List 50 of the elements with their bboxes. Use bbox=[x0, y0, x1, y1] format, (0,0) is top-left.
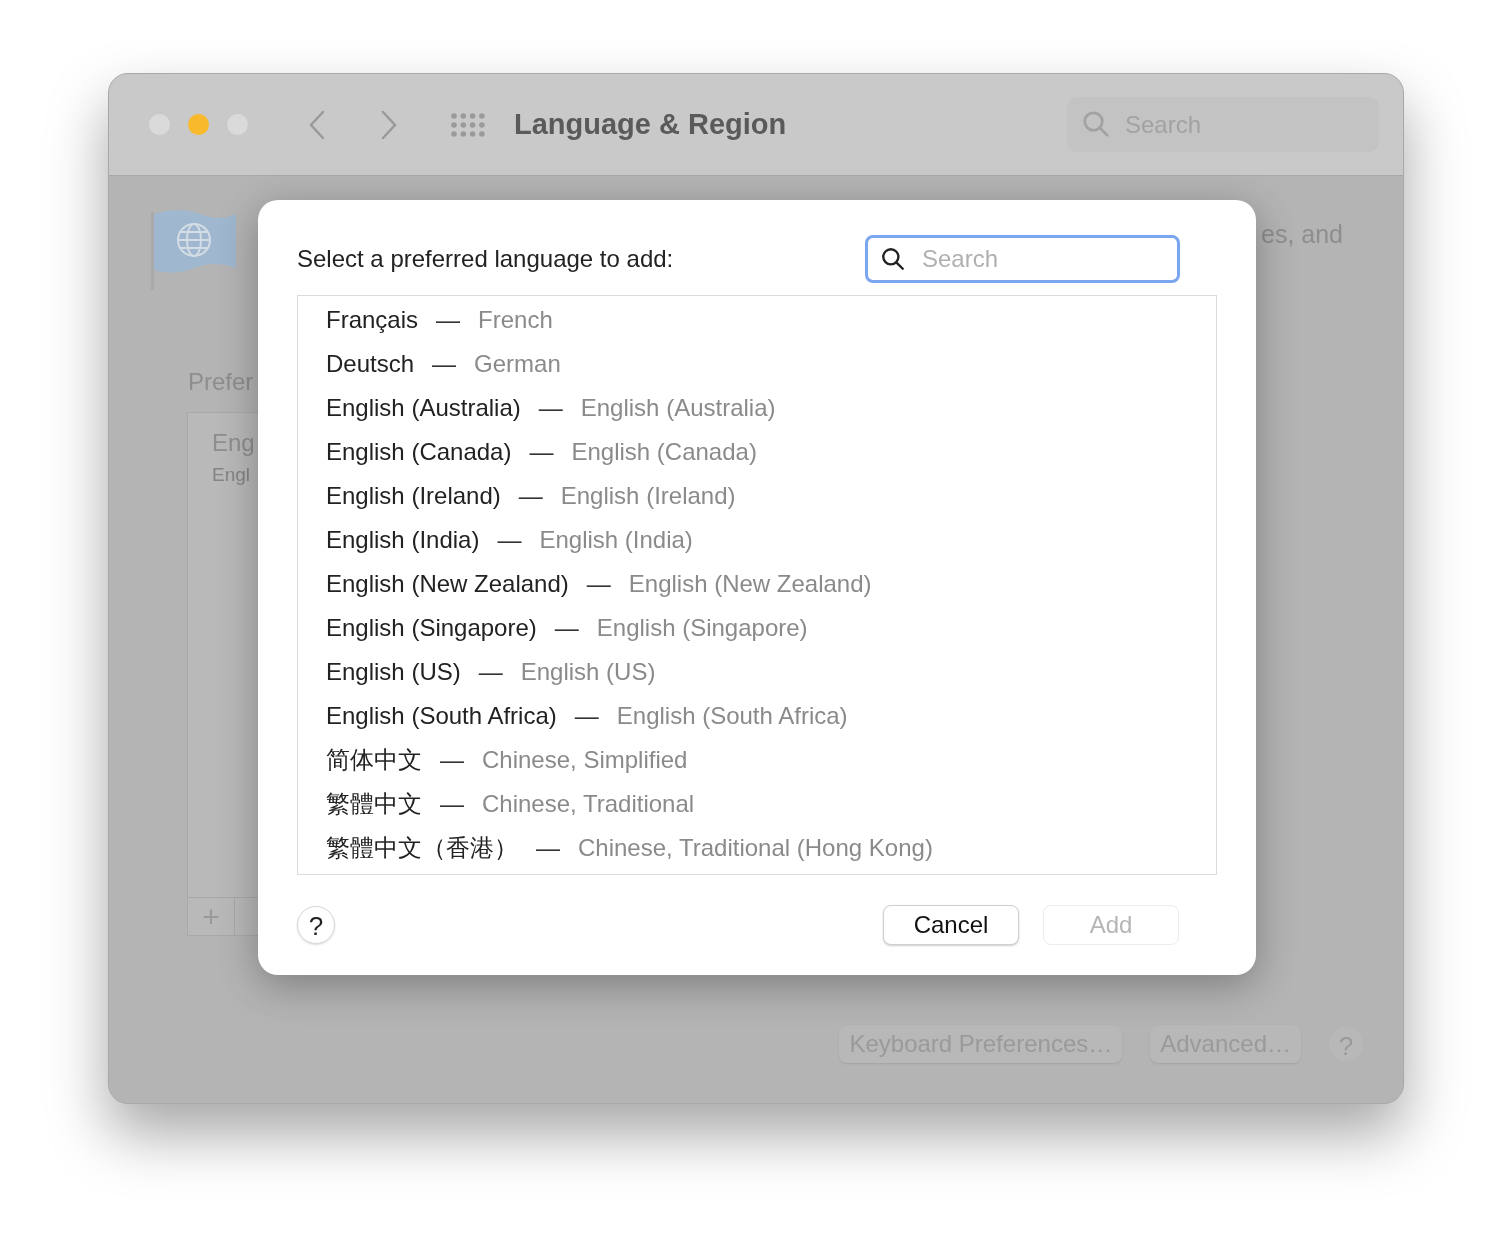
language-name[interactable]: Deutsch bbox=[326, 346, 415, 382]
dash-separator: — bbox=[554, 613, 579, 643]
grid-icon[interactable] bbox=[450, 111, 486, 138]
language-name[interactable]: 简体中文 bbox=[326, 742, 422, 778]
back-icon[interactable] bbox=[308, 109, 326, 140]
language-english-name: English (Canada) bbox=[571, 437, 757, 467]
dialog-prompt: Select a preferred language to add: bbox=[297, 244, 674, 274]
dash-separator: — bbox=[538, 393, 563, 423]
language-name[interactable]: Français bbox=[326, 302, 419, 338]
window-control-button[interactable] bbox=[188, 114, 209, 135]
dash-separator: — bbox=[436, 305, 461, 335]
dash-separator: — bbox=[440, 745, 464, 775]
dash-separator: — bbox=[586, 569, 611, 599]
forward-icon[interactable] bbox=[380, 109, 398, 140]
language-name[interactable]: 繁體中文 bbox=[326, 786, 422, 822]
search-icon bbox=[1081, 109, 1111, 139]
language-english-name: German bbox=[474, 349, 561, 379]
language-english-name: Chinese, Traditional (Hong Kong) bbox=[578, 833, 933, 863]
dash-separator: — bbox=[478, 657, 503, 687]
language-english-name: English (South Africa) bbox=[616, 701, 848, 731]
language-english-name: Chinese, Traditional bbox=[482, 789, 695, 819]
language-name[interactable]: English (Australia) bbox=[326, 390, 521, 426]
language-name[interactable]: English (New Zealand) bbox=[326, 566, 569, 602]
language-name[interactable]: English (Singapore) bbox=[326, 610, 537, 646]
search-field[interactable]: Search bbox=[865, 235, 1180, 283]
language-english-name: English (Ireland) bbox=[560, 481, 736, 511]
language-english-name: English (US) bbox=[520, 657, 656, 687]
language-name[interactable]: English (India) bbox=[326, 522, 480, 558]
dash-separator: — bbox=[574, 701, 599, 731]
language-english-name: English (Singapore) bbox=[596, 613, 808, 643]
language-name[interactable]: 繁體中文（香港） bbox=[326, 830, 518, 866]
language-name[interactable]: English (South Africa) bbox=[326, 698, 557, 734]
dash-separator: — bbox=[529, 437, 554, 467]
dialog-button[interactable]: Cancel bbox=[883, 905, 1019, 945]
dash-separator: — bbox=[440, 789, 464, 819]
language-english-name: English (India) bbox=[539, 525, 693, 555]
search-icon bbox=[880, 246, 906, 272]
dash-separator: — bbox=[518, 481, 543, 511]
language-name[interactable]: English (Ireland) bbox=[326, 478, 501, 514]
dash-separator: — bbox=[432, 349, 457, 379]
language-english-name: English (Australia) bbox=[580, 393, 776, 423]
language-english-name: French bbox=[478, 305, 553, 335]
dash-separator: — bbox=[497, 525, 522, 555]
flag-icon bbox=[150, 208, 238, 292]
dash-separator: — bbox=[536, 833, 560, 863]
language-name[interactable]: English (US) bbox=[326, 654, 461, 690]
window-title: Language & Region bbox=[514, 106, 787, 142]
language-name[interactable]: English (Canada) bbox=[326, 434, 512, 470]
language-english-name: Chinese, Simplified bbox=[482, 745, 688, 775]
language-english-name: English (New Zealand) bbox=[628, 569, 872, 599]
